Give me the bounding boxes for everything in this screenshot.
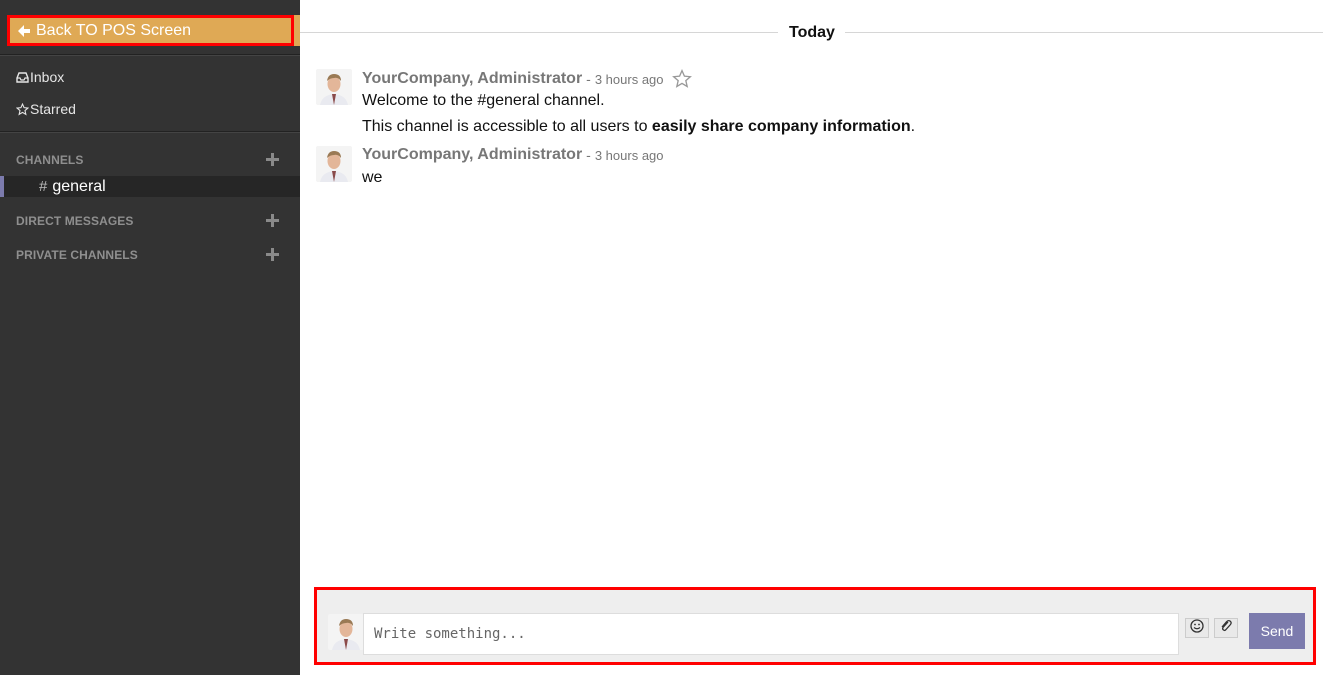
separator-line	[300, 32, 778, 33]
message: YourCompany, Administrator - 3 hours ago…	[316, 69, 915, 135]
sidebar: Back TO POS Screen Inbox Starred CHANNEL…	[0, 0, 300, 675]
sidebar-item-label: Inbox	[30, 69, 65, 85]
author-name[interactable]: YourCompany, Administrator	[362, 146, 582, 164]
sidebar-divider	[0, 54, 300, 56]
avatar	[328, 614, 364, 650]
channel-name: general	[52, 177, 106, 195]
private-channels-heading: PRIVATE CHANNELS	[16, 248, 280, 262]
message-time: 3 hours ago	[594, 147, 664, 163]
attach-button[interactable]	[1214, 618, 1238, 638]
add-direct-message-plus-icon[interactable]	[266, 214, 280, 228]
composer: Send	[314, 587, 1316, 665]
hash-icon: #	[39, 178, 48, 195]
channels-heading-label: CHANNELS	[16, 153, 84, 167]
smiley-icon	[1190, 618, 1204, 638]
direct-messages-heading-label: DIRECT MESSAGES	[16, 214, 134, 228]
header-separator: -	[586, 147, 591, 163]
star-outline-icon	[16, 102, 29, 116]
separator-line	[845, 32, 1323, 33]
message-bold-text: easily share company information	[651, 118, 911, 135]
star-icon[interactable]	[671, 69, 692, 89]
input-divider	[1178, 620, 1179, 648]
day-label: Today	[789, 24, 835, 41]
add-channel-plus-icon[interactable]	[266, 153, 280, 167]
message: YourCompany, Administrator - 3 hours ago…	[316, 146, 664, 186]
paperclip-icon	[1219, 619, 1233, 638]
sidebar-divider	[0, 131, 300, 133]
back-button-label: Back TO POS Screen	[36, 21, 192, 39]
send-button[interactable]: Send	[1249, 613, 1305, 649]
message-body-line: Welcome to the #general channel.	[362, 92, 605, 109]
message-text: This channel is accessible to all users …	[362, 118, 652, 135]
author-name[interactable]: YourCompany, Administrator	[362, 70, 582, 88]
message-header: YourCompany, Administrator - 3 hours ago	[362, 146, 664, 164]
back-to-pos-button[interactable]: Back TO POS Screen	[7, 15, 294, 46]
message-input[interactable]	[363, 613, 1179, 655]
day-separator: Today	[300, 24, 1323, 42]
sidebar-item-starred[interactable]: Starred	[16, 101, 76, 117]
inbox-icon	[16, 71, 29, 84]
sidebar-item-label: Starred	[30, 101, 76, 117]
sidebar-item-channel-general[interactable]: # general	[0, 176, 300, 197]
direct-messages-heading: DIRECT MESSAGES	[16, 214, 280, 228]
message-time: 3 hours ago	[594, 71, 664, 87]
header-separator: -	[586, 71, 591, 87]
message-header: YourCompany, Administrator - 3 hours ago	[362, 69, 692, 89]
sidebar-item-inbox[interactable]: Inbox	[16, 69, 64, 85]
message-thread: Today YourCompany, Administrator - 3 hou…	[300, 0, 1323, 675]
channels-heading: CHANNELS	[16, 153, 280, 167]
avatar[interactable]	[316, 69, 352, 105]
private-channels-heading-label: PRIVATE CHANNELS	[16, 248, 138, 262]
message-body-line: we	[362, 169, 383, 186]
avatar[interactable]	[316, 146, 352, 182]
add-private-channel-plus-icon[interactable]	[266, 248, 280, 262]
message-text: .	[910, 118, 916, 135]
arrow-left-icon	[16, 23, 32, 39]
message-body-line: This channel is accessible to all users …	[362, 118, 915, 136]
emoji-button[interactable]	[1185, 618, 1209, 638]
